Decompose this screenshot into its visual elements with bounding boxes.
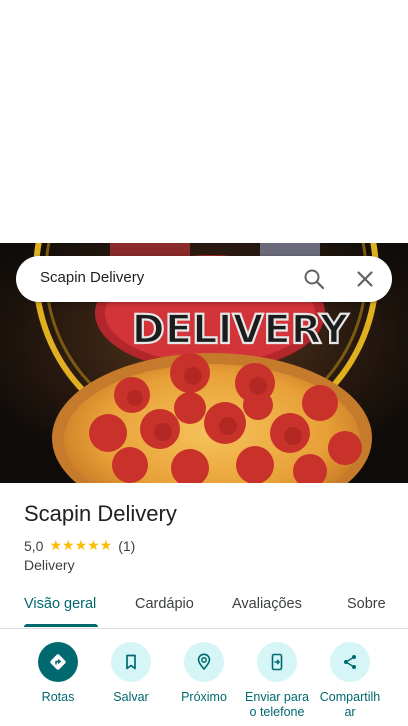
rating-row[interactable]: 5,0 ★★★★★ (1) (24, 537, 135, 554)
logo-text: DELIVERY (132, 307, 350, 353)
rating-value: 5,0 (24, 537, 44, 554)
nearby-label: Próximo (181, 690, 227, 704)
send-to-phone-icon (257, 642, 297, 682)
tab-overview[interactable]: Visão geral (24, 596, 96, 612)
place-title: Scapin Delivery (24, 501, 177, 526)
active-tab-indicator (24, 624, 98, 627)
share-button[interactable]: Compartilhar (310, 642, 390, 720)
directions-button[interactable]: Rotas (18, 642, 98, 705)
search-input[interactable]: Scapin Delivery (40, 269, 144, 286)
directions-label: Rotas (41, 690, 75, 704)
tab-about[interactable]: Sobre (347, 596, 386, 612)
star-rating-icon: ★★★★★ (49, 537, 113, 553)
nearby-icon (184, 642, 224, 682)
map-area (0, 0, 408, 243)
action-buttons: Rotas Salvar Próximo Enviar para o telef… (0, 640, 408, 726)
save-label: Salvar (113, 690, 149, 704)
place-category: Delivery (24, 557, 75, 573)
search-icon[interactable] (302, 267, 326, 291)
review-count[interactable]: (1) (118, 538, 135, 554)
share-label: Compartilhar (319, 690, 381, 719)
tab-reviews[interactable]: Avaliações (232, 596, 302, 612)
place-tabs: Visão geral Cardápio Avaliações Sobre (0, 584, 408, 629)
send-to-phone-button[interactable]: Enviar para o telefone (237, 642, 317, 720)
save-button[interactable]: Salvar (91, 642, 171, 705)
nearby-button[interactable]: Próximo (164, 642, 244, 705)
send-to-phone-label: Enviar para o telefone (245, 690, 309, 719)
close-icon[interactable] (353, 267, 377, 291)
search-bar[interactable]: Scapin Delivery (16, 256, 392, 302)
directions-icon (38, 642, 78, 682)
tab-menu[interactable]: Cardápio (135, 596, 194, 612)
bookmark-icon (111, 642, 151, 682)
share-icon (330, 642, 370, 682)
